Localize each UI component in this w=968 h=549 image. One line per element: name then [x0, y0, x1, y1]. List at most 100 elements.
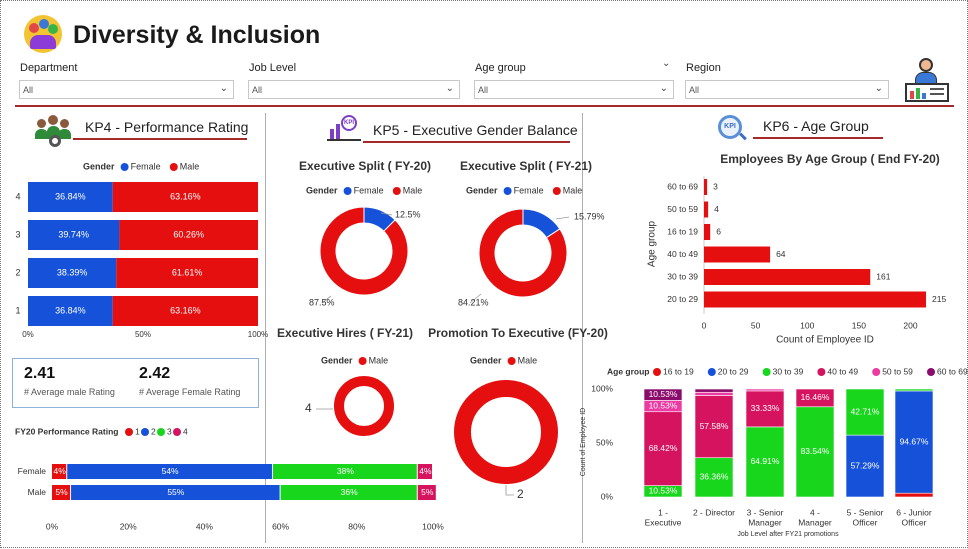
- charts-canvas: Gender Female Male 4 36.84% 63.16% 3 39.74% 60.2…: [15, 152, 968, 538]
- donut-legend-marker: [552, 187, 561, 195]
- rating-axis-label: 1: [15, 305, 20, 315]
- age-data-label: 3: [713, 181, 718, 191]
- age-category-label: 60 to 69: [667, 181, 698, 191]
- perf-legend-title: Gender: [83, 161, 115, 171]
- age-bar: [704, 291, 926, 308]
- age-bar: [704, 246, 771, 263]
- age-category-label: 30 to 39: [667, 271, 698, 281]
- perf-x-tick: 100%: [248, 330, 268, 339]
- donut-legend-item: Male: [563, 185, 583, 195]
- donut-title: Executive Hires ( FY-21): [277, 326, 413, 340]
- age-x-tick: 0: [702, 320, 707, 330]
- promo-category-label: Executive: [645, 517, 682, 527]
- age-bar: [704, 224, 711, 240]
- donut-title: Executive Split ( FY-20): [299, 159, 431, 173]
- perf-data-label: 61.61%: [172, 267, 203, 277]
- promo-bar-segment: [745, 388, 785, 392]
- promo-bar-segment: [894, 388, 934, 392]
- donut-legend-item: Male: [403, 185, 423, 195]
- age-category-label: 40 to 49: [667, 249, 698, 259]
- promo-data-label: 42.71%: [851, 406, 880, 416]
- promo-category-label: Manager: [748, 517, 782, 527]
- promo-data-label: 57.58%: [700, 421, 729, 431]
- donut-legend-item: Male: [518, 355, 538, 365]
- promo-legend-marker: [762, 368, 771, 376]
- promo-x-axis-title: Job Level after FY21 promotions: [737, 531, 839, 538]
- perf-data-label: 38.39%: [57, 267, 88, 277]
- promo-legend-item: 40 to 49: [827, 366, 858, 376]
- age-data-label: 161: [876, 271, 890, 281]
- perf-data-label: 63.16%: [170, 191, 201, 201]
- donut-legend-title: Gender: [466, 185, 498, 195]
- fy20-data-label: 38%: [337, 466, 354, 476]
- promo-category-label: Officer: [902, 517, 927, 527]
- promo-data-label: 57.29%: [851, 460, 880, 470]
- fy20-x-tick: 40%: [196, 521, 213, 531]
- age-y-axis-title: Age group: [647, 220, 658, 267]
- promo-category-label: Manager: [798, 517, 832, 527]
- promo-data-label: 64.91%: [751, 456, 780, 466]
- promo-legend-item: 60 to 69: [937, 366, 968, 376]
- fy20-data-label: 4%: [53, 466, 66, 476]
- perf-legend-marker: [169, 163, 178, 171]
- promo-legend-marker: [872, 368, 881, 376]
- donut-data-label: 4: [305, 401, 312, 415]
- promo-bar-segment: [694, 388, 734, 393]
- perf-data-label: 36.84%: [55, 305, 86, 315]
- fy20-data-label: 5%: [421, 487, 434, 497]
- fy20-legend-marker: [141, 428, 149, 436]
- dashboard: Diversity & Inclusion Department All ⌄ J…: [0, 0, 968, 548]
- promo-category-label: Officer: [853, 517, 878, 527]
- age-category-label: 50 to 59: [667, 204, 698, 214]
- donut-data-label: 12.5%: [395, 209, 421, 219]
- fy20-data-label: 55%: [167, 487, 184, 497]
- fy20-category-label: Male: [28, 487, 47, 497]
- promo-data-label: 10.53%: [649, 389, 678, 399]
- donut-slice: [319, 206, 409, 296]
- fy20-legend-item: 1: [135, 426, 140, 436]
- age-chart-title: Employees By Age Group ( End FY-20): [720, 152, 940, 166]
- perf-legend-marker: [120, 163, 129, 171]
- promo-legend-marker: [707, 368, 716, 376]
- donut-legend-title: Gender: [470, 355, 502, 365]
- age-data-label: 215: [932, 294, 946, 304]
- promo-data-label: 68.42%: [649, 443, 678, 453]
- donut-legend-marker: [392, 187, 401, 195]
- promo-legend-item: 30 to 39: [773, 366, 804, 376]
- age-bar: [704, 201, 709, 218]
- promo-data-label: 94.67%: [900, 436, 929, 446]
- perf-data-label: 36.84%: [55, 191, 86, 201]
- fy20-data-label: 36%: [341, 487, 358, 497]
- age-data-label: 4: [714, 204, 719, 214]
- perf-legend-item: Female: [131, 161, 161, 171]
- donut-title: Executive Split ( FY-21): [460, 159, 592, 173]
- fy20-x-tick: 80%: [348, 521, 365, 531]
- promo-category-label: 3 - Senior: [747, 507, 784, 517]
- promo-legend-marker: [817, 368, 826, 376]
- donut-title: Promotion To Executive (FY-20): [428, 326, 608, 340]
- donut-legend-title: Gender: [306, 185, 338, 195]
- age-category-label: 20 to 29: [667, 294, 698, 304]
- donut-data-label: 87.5%: [309, 297, 335, 307]
- age-bar: [704, 179, 708, 195]
- age-data-label: 64: [776, 249, 786, 259]
- perf-data-label: 60.26%: [173, 229, 204, 239]
- donut-data-label: 15.79%: [574, 211, 605, 221]
- perf-data-label: 39.74%: [58, 229, 89, 239]
- age-category-label: 16 to 19: [667, 226, 698, 236]
- age-data-label: 6: [716, 226, 721, 236]
- fy20-x-tick: 20%: [120, 521, 137, 531]
- promo-category-label: 2 - Director: [693, 507, 735, 517]
- promo-category-label: 5 - Senior: [847, 507, 884, 517]
- fy20-x-tick: 0%: [46, 521, 59, 531]
- fy20-x-tick: 60%: [272, 521, 289, 531]
- promo-legend-title: Age group: [607, 366, 650, 376]
- donut-slice: [454, 380, 558, 484]
- donut-legend-marker: [343, 187, 352, 195]
- age-x-tick: 100: [800, 320, 814, 330]
- perf-x-tick: 50%: [135, 330, 151, 339]
- age-x-axis-title: Count of Employee ID: [776, 335, 874, 346]
- promo-y-tick: 50%: [596, 437, 613, 447]
- fy20-legend-item: 3: [167, 426, 172, 436]
- promo-legend-marker: [927, 368, 935, 376]
